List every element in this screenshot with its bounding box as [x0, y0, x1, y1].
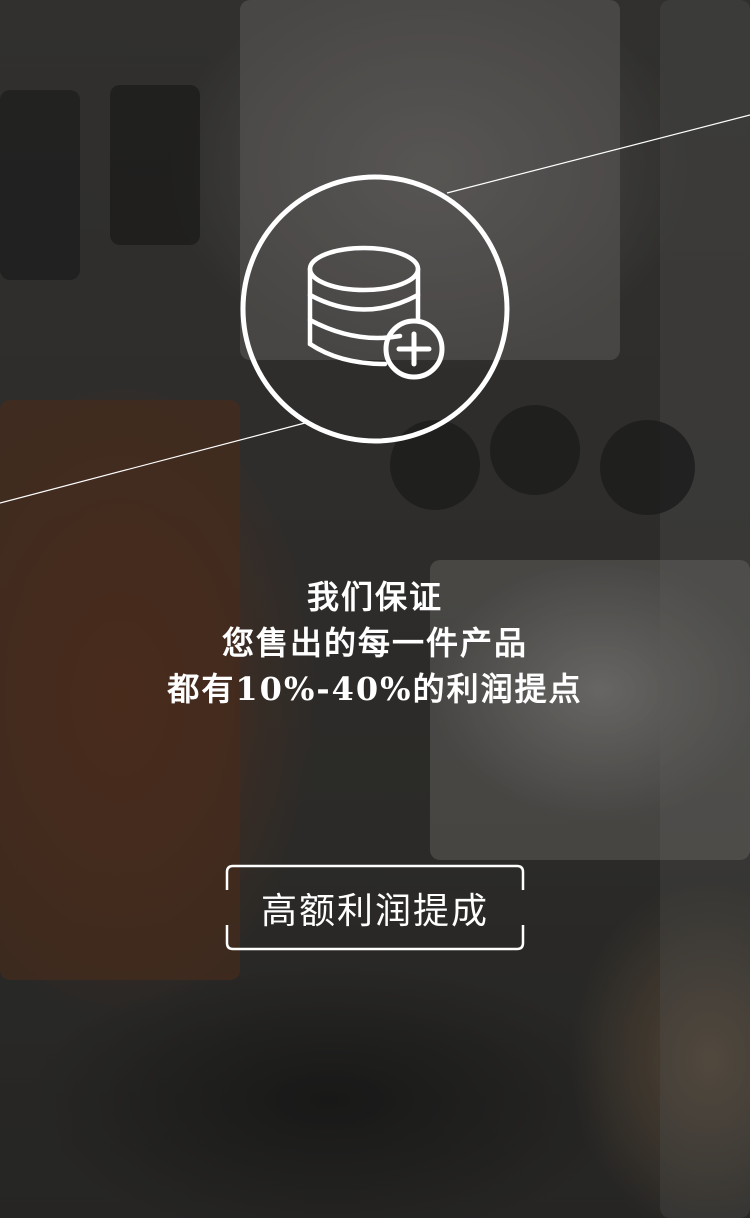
icon-circle	[240, 174, 510, 444]
cta-label: 高额利润提成	[260, 890, 489, 932]
headline-line-3: 都有10%-40%的利润提点	[167, 670, 583, 708]
promo-page: 我们保证 您售出的每一件产品 都有10%-40%的利润提点 高额利润提成	[0, 0, 750, 1218]
promo-headline: 我们保证 您售出的每一件产品 都有10%-40%的利润提点	[0, 574, 750, 712]
headline-line-1: 我们保证	[306, 578, 443, 616]
database-add-icon	[240, 174, 510, 444]
headline-line-2: 您售出的每一件产品	[221, 624, 528, 662]
high-commission-button[interactable]: 高额利润提成	[225, 864, 525, 951]
